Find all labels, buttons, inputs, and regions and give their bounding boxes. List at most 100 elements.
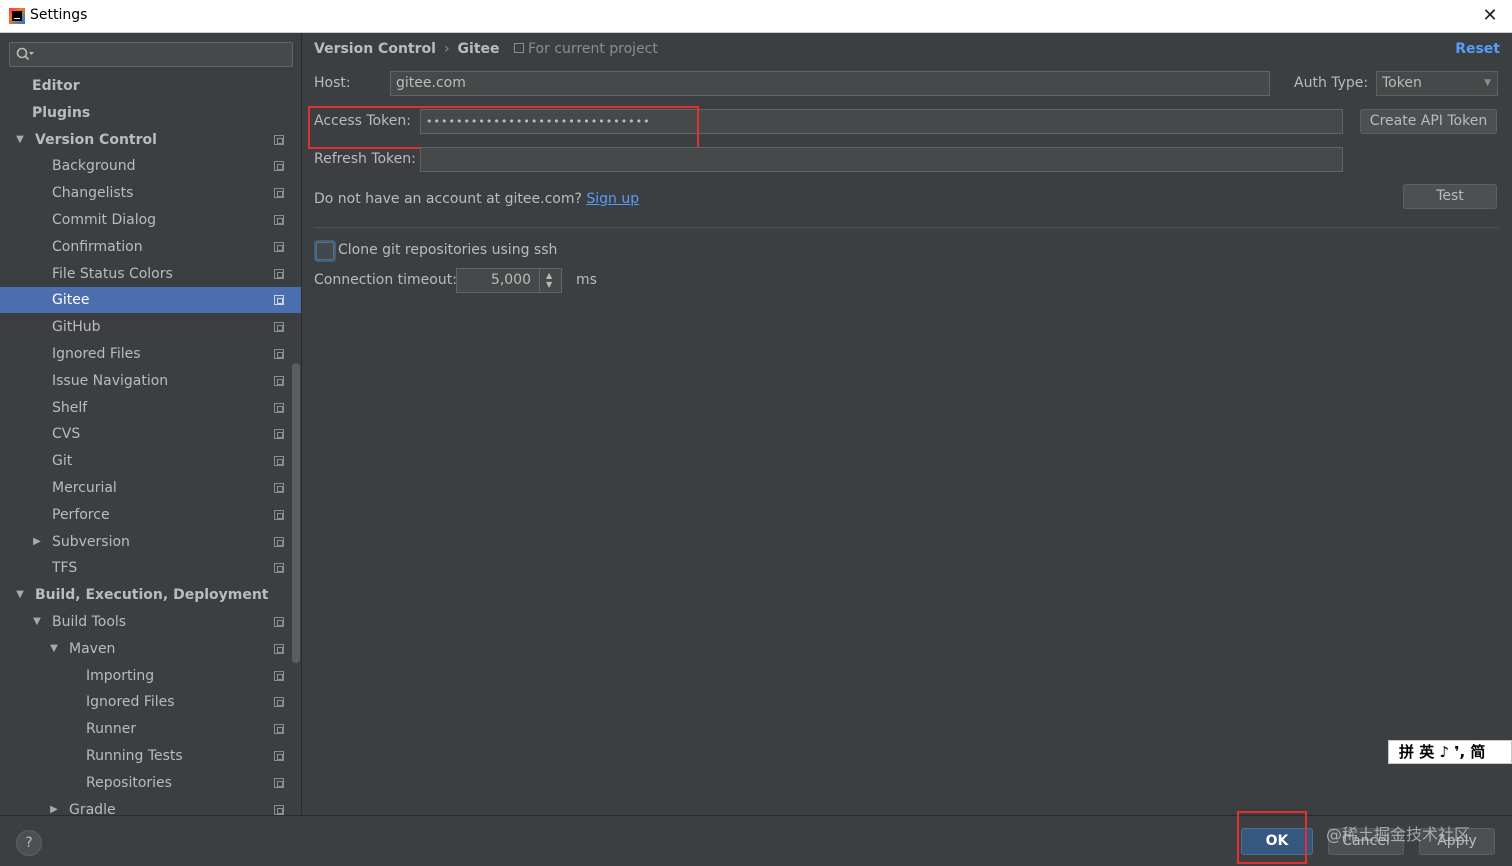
sidebar-item-label: Importing [86,667,155,684]
project-scope-icon [274,670,284,681]
test-button[interactable]: Test [1403,184,1497,209]
collapse-right-icon[interactable]: ▶ [31,529,43,555]
close-icon[interactable]: ✕ [1480,6,1500,26]
help-button[interactable]: ? [16,830,42,856]
project-scope-icon [274,509,284,520]
sidebar-item-label: Ignored Files [52,346,141,362]
project-scope-icon [274,215,284,225]
project-scope-icon [274,402,284,413]
sidebar-item-tfs[interactable]: TFS [0,555,301,581]
connection-timeout-label: Connection timeout: [314,272,457,288]
expand-down-icon[interactable]: ▼ [14,582,26,608]
timeout-unit-label: ms [576,272,597,288]
stepper-down-icon[interactable]: ▼ [546,281,552,289]
sidebar-item-confirmation[interactable]: Confirmation [0,234,301,260]
project-scope-icon [274,777,284,788]
stepper-arrows[interactable]: ▲ ▼ [539,269,561,292]
sign-up-link[interactable]: Sign up [586,191,639,207]
settings-sidebar: Editor Plugins ▼ Version Control Background C… [0,33,302,815]
sidebar-item-file-status-colors[interactable]: File Status Colors [0,261,301,287]
sidebar-item-editor[interactable]: Editor [0,73,301,99]
ok-button-highlight [1237,811,1307,864]
sidebar-item-label: Build, Execution, Deployment [35,587,269,604]
sidebar-item-label: GitHub [52,319,101,336]
sidebar-item-label: Maven [69,640,116,657]
collapse-right-icon[interactable]: ▶ [48,797,60,815]
expand-down-icon[interactable]: ▼ [48,636,60,662]
settings-search-input[interactable] [9,42,293,67]
project-scope-icon [274,295,284,306]
sidebar-item-build-tools[interactable]: ▼ Build Tools [0,609,301,635]
sidebar-item-running-tests[interactable]: Running Tests [0,743,301,769]
sidebar-item-label: Editor [32,78,80,94]
sidebar-scrollbar[interactable] [292,363,300,663]
connection-timeout-stepper[interactable]: 5,000 ▲ ▼ [456,268,562,293]
sidebar-item-gitee[interactable]: Gitee [0,287,301,314]
connection-timeout-value: 5,000 [490,272,531,288]
access-token-highlight [308,106,699,149]
project-scope-icon [274,563,284,574]
sidebar-item-perforce[interactable]: Perforce [0,502,301,528]
sidebar-item-changelists[interactable]: Changelists [0,180,301,206]
auth-type-value: Token [1382,75,1422,91]
ime-toolbar[interactable]: 拼 英 ♪ ❜, 简 [1388,740,1512,764]
sidebar-item-label: File Status Colors [52,265,173,282]
sidebar-item-commit-dialog[interactable]: Commit Dialog [0,207,301,233]
clone-ssh-checkbox[interactable] [316,242,334,260]
account-prompt-text: Do not have an account at gitee.com? [314,191,582,207]
sidebar-item-maven[interactable]: ▼ Maven [0,636,301,662]
host-input[interactable]: gitee.com [390,71,1270,96]
expand-down-icon[interactable]: ▼ [31,609,43,635]
sidebar-item-issue-navigation[interactable]: Issue Navigation [0,368,301,394]
for-current-project-label: For current project [528,41,658,57]
window-title: Settings [30,7,88,23]
project-scope-icon [274,804,284,815]
sidebar-item-gradle[interactable]: ▶ Gradle [0,797,301,815]
expand-down-icon[interactable]: ▼ [14,127,26,153]
watermark: @稀土掘金技术社区 [1326,825,1471,844]
project-scope-icon [274,134,284,145]
sidebar-item-cvs[interactable]: CVS [0,421,301,447]
sidebar-item-label: Version Control [35,131,157,148]
sidebar-item-label: TFS [52,560,78,577]
sidebar-item-subversion[interactable]: ▶ Subversion [0,529,301,555]
project-scope-icon [274,456,284,467]
sidebar-item-label: Changelists [52,185,134,202]
sidebar-item-version-control[interactable]: ▼ Version Control [0,127,301,153]
reset-link[interactable]: Reset [1455,41,1500,57]
breadcrumb-parent[interactable]: Version Control [314,41,436,57]
sidebar-item-label: Subversion [52,533,130,550]
sidebar-item-label: Gitee [52,292,90,309]
breadcrumb: Version Control › Gitee [314,41,500,57]
sidebar-item-background[interactable]: Background [0,153,301,179]
sidebar-item-repositories[interactable]: Repositories [0,770,301,796]
auth-type-select[interactable]: Token ▼ [1376,71,1498,96]
sidebar-item-github[interactable]: GitHub [0,314,301,340]
sidebar-item-label: Repositories [86,774,172,791]
sidebar-item-build-execution-deployment[interactable]: ▼ Build, Execution, Deployment [0,582,301,608]
intellij-logo-icon [9,8,25,24]
dialog-footer: ? OK Cancel Apply [0,811,1512,866]
sidebar-item-label: Gradle [69,801,116,815]
sidebar-item-plugins[interactable]: Plugins [0,100,301,126]
stepper-up-icon[interactable]: ▲ [546,272,552,280]
project-scope-icon [274,268,284,279]
sidebar-item-label: Shelf [52,399,88,416]
project-scope-icon [274,483,284,493]
sidebar-item-label: Build Tools [52,614,127,630]
sidebar-item-ignored-files[interactable]: Ignored Files [0,689,301,715]
account-prompt: Do not have an account at gitee.com? Sig… [314,191,639,207]
refresh-token-input[interactable] [420,147,1343,172]
sidebar-item-importing[interactable]: Importing [0,663,301,689]
sidebar-item-runner[interactable]: Runner [0,716,301,742]
for-current-project-note: For current project [514,41,658,57]
clone-ssh-label[interactable]: Clone git repositories using ssh [338,242,557,258]
create-api-token-button[interactable]: Create API Token [1360,109,1497,134]
sidebar-item-git[interactable]: Git [0,448,301,474]
refresh-token-label: Refresh Token: [314,151,416,167]
sidebar-item-label: Plugins [32,104,91,121]
sidebar-item-mercurial[interactable]: Mercurial [0,475,301,501]
sidebar-item-ignored-files[interactable]: Ignored Files [0,341,301,367]
sidebar-item-shelf[interactable]: Shelf [0,395,301,421]
project-scope-icon [274,188,284,199]
